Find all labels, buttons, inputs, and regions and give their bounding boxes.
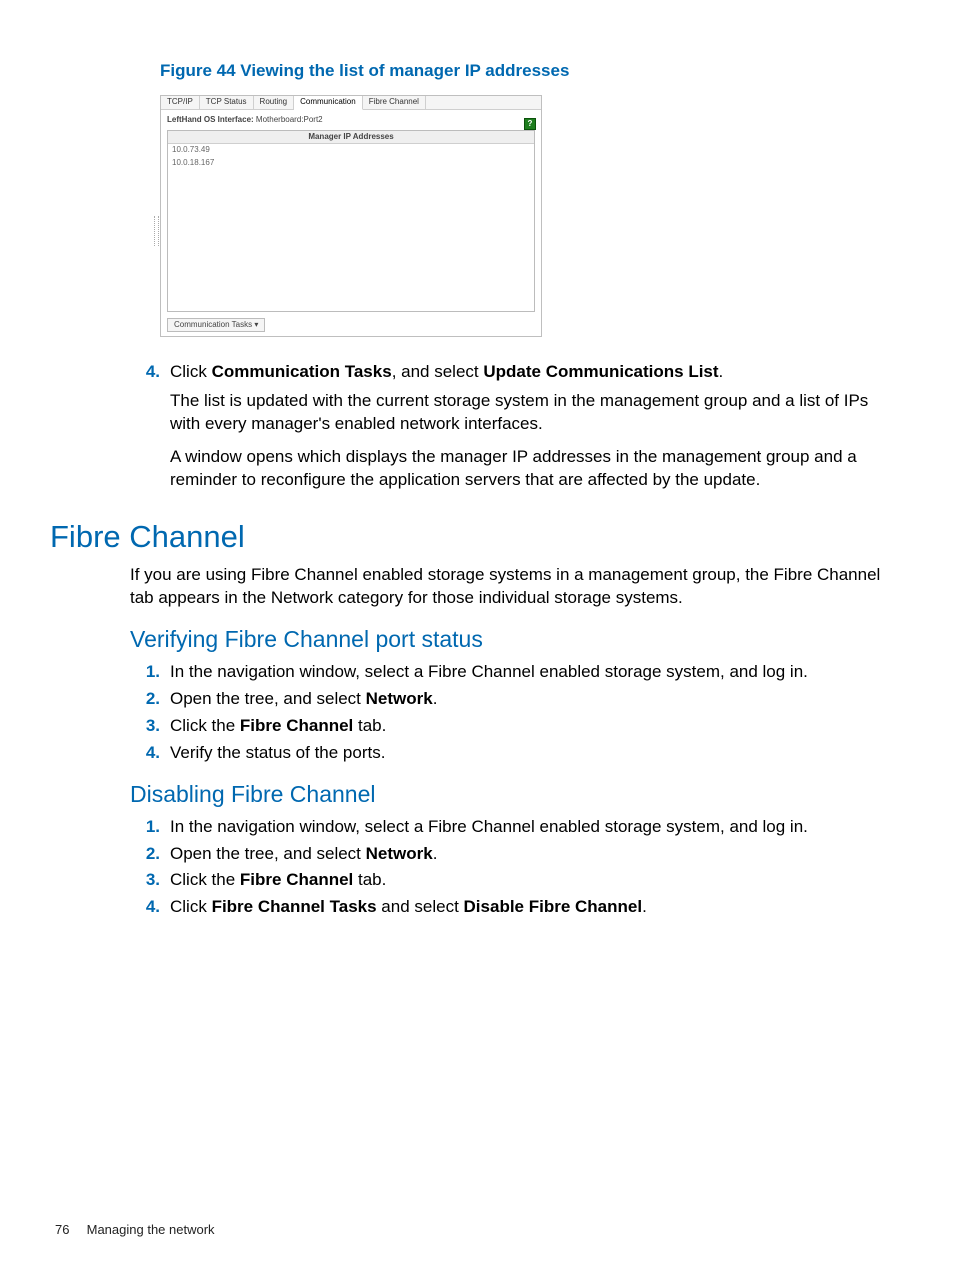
step-text: Click Fibre Channel Tasks and select Dis… [170, 896, 894, 919]
step-text: Click the Fibre Channel tab. [170, 869, 894, 892]
tab-tcpstatus[interactable]: TCP Status [200, 96, 254, 109]
tab-fibrechannel[interactable]: Fibre Channel [363, 96, 426, 109]
step-number: 4. [130, 361, 160, 492]
page-number: 76 [55, 1221, 83, 1239]
screenshot-panel: TCP/IP TCP Status Routing Communication … [160, 95, 542, 337]
step-text: Open the tree, and select Network. [170, 843, 894, 866]
ui-term: Fibre Channel Tasks [212, 897, 377, 916]
step-number: 4. [130, 896, 160, 919]
step-note: The list is updated with the current sto… [170, 390, 894, 436]
procedure-step: 3. Click the Fibre Channel tab. [130, 869, 894, 892]
figure-caption: Figure 44 Viewing the list of manager IP… [160, 60, 894, 83]
procedure-step: 1. In the navigation window, select a Fib… [130, 816, 894, 839]
tab-communication[interactable]: Communication [294, 96, 363, 110]
splitter-grip-icon [154, 216, 159, 246]
section-heading: Fibre Channel [50, 516, 894, 558]
subsection-heading: Verifying Fibre Channel port status [130, 624, 894, 655]
procedure-step: 4. Click Fibre Channel Tasks and select D… [130, 896, 894, 919]
communication-tasks-button[interactable]: Communication Tasks [167, 318, 265, 333]
ui-term: Network [366, 844, 433, 863]
tab-tcpip[interactable]: TCP/IP [161, 96, 200, 109]
list-item[interactable]: 10.0.18.167 [168, 157, 534, 170]
step-note: A window opens which displays the manage… [170, 446, 894, 492]
procedure-step: 2. Open the tree, and select Network. [130, 688, 894, 711]
ui-term: Fibre Channel [240, 870, 353, 889]
step-text: Verify the status of the ports. [170, 742, 894, 765]
list-header: Manager IP Addresses [168, 131, 534, 145]
step-number: 3. [130, 869, 160, 892]
list-item[interactable]: 10.0.73.49 [168, 144, 534, 157]
manager-ip-listbox[interactable]: Manager IP Addresses 10.0.73.49 10.0.18.… [167, 130, 535, 312]
help-icon[interactable]: ? [524, 118, 536, 130]
step-number: 4. [130, 742, 160, 765]
step-number: 3. [130, 715, 160, 738]
step-text: Open the tree, and select Network. [170, 688, 894, 711]
step-text: In the navigation window, select a Fibre… [170, 661, 894, 684]
procedure-step: 3. Click the Fibre Channel tab. [130, 715, 894, 738]
interface-label: LeftHand OS Interface: [167, 115, 254, 124]
step-number: 2. [130, 688, 160, 711]
procedure-step: 1. In the navigation window, select a Fib… [130, 661, 894, 684]
footer-title: Managing the network [87, 1222, 215, 1237]
ui-term: Disable Fibre Channel [464, 897, 643, 916]
tab-bar: TCP/IP TCP Status Routing Communication … [161, 96, 541, 110]
page-footer: 76 Managing the network [55, 1221, 215, 1239]
step-number: 1. [130, 661, 160, 684]
ui-term: Network [366, 689, 433, 708]
procedure-step: 4. Verify the status of the ports. [130, 742, 894, 765]
procedure-step: 2. Open the tree, and select Network. [130, 843, 894, 866]
ui-term: Communication Tasks [212, 362, 392, 381]
interface-value: Motherboard:Port2 [256, 115, 323, 124]
ui-term: Fibre Channel [240, 716, 353, 735]
section-paragraph: If you are using Fibre Channel enabled s… [130, 564, 894, 610]
ui-term: Update Communications List [483, 362, 718, 381]
tab-routing[interactable]: Routing [254, 96, 295, 109]
step-number: 1. [130, 816, 160, 839]
step-number: 2. [130, 843, 160, 866]
interface-line: LeftHand OS Interface: Motherboard:Port2 [167, 115, 535, 126]
step-text: Click the Fibre Channel tab. [170, 715, 894, 738]
procedure-step: 4. Click Communication Tasks, and select… [130, 361, 894, 492]
step-text: Click Communication Tasks, and select Up… [170, 361, 894, 384]
subsection-heading: Disabling Fibre Channel [130, 779, 894, 810]
step-text: In the navigation window, select a Fibre… [170, 816, 894, 839]
